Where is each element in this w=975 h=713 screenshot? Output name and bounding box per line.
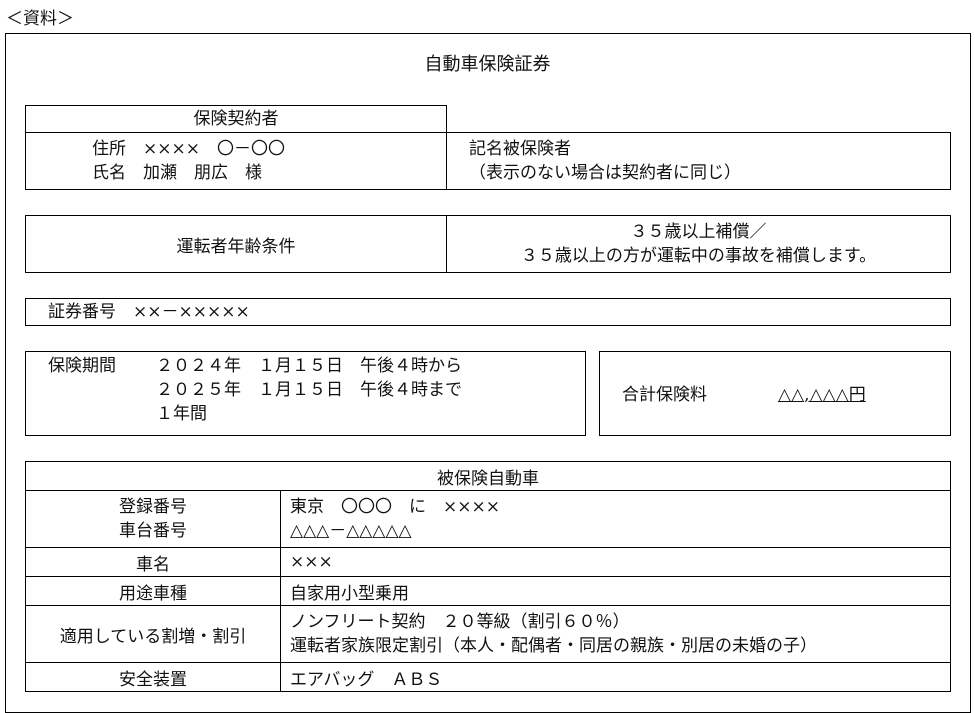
usage-type-value: 自家用小型乗用 — [280, 576, 951, 606]
total-premium-label: 合計保険料 — [622, 385, 707, 405]
vehicle-name-value: ××× — [280, 547, 951, 577]
usage-type-label: 用途車種 — [25, 576, 281, 606]
registration-number-label: 登録番号 — [119, 497, 187, 517]
vehicle-id-values: 東京 〇〇〇 に ×××× △△△－△△△△△ — [280, 490, 951, 548]
driver-age-label: 運転者年齢条件 — [176, 236, 296, 257]
total-premium-amount: △△,△△△円 — [778, 385, 866, 405]
discount-values: ノンフリート契約 ２０等級（割引６０％） 運転者家族限定割引（本人・配偶者・同居… — [280, 605, 951, 663]
registration-number-value: 東京 〇〇〇 に ×××× — [290, 497, 500, 517]
policyholder-header: 保険契約者 — [25, 105, 447, 133]
insurance-period-label: 保険期間 — [48, 356, 116, 376]
discount-line-1: ノンフリート契約 ２０等級（割引６０％） — [290, 612, 630, 632]
insurance-period-from: ２０２４年 １月１５日 午後４時から — [156, 356, 462, 376]
insured-vehicle-table: 被保険自動車 登録番号 車台番号 東京 〇〇〇 に ×××× △△△－△△△△△… — [25, 461, 951, 692]
named-insured-box: 記名被保険者 （表示のない場合は契約者に同じ） — [446, 132, 951, 190]
chassis-number-value: △△△－△△△△△ — [290, 521, 412, 541]
certificate-number-box: 証券番号 ××－××××× — [25, 298, 951, 326]
certificate-number: 証券番号 ××－××××× — [48, 302, 250, 322]
driver-age-label-box: 運転者年齢条件 — [25, 215, 447, 273]
total-premium-box: 合計保険料 △△,△△△円 — [599, 351, 951, 436]
policy-title: 自動車保険証券 — [424, 54, 551, 75]
policyholder-box: 住所 ×××× 〇－〇〇 氏名 加瀬 朋広 様 — [25, 132, 447, 190]
named-insured-label: 記名被保険者 — [469, 139, 571, 159]
discount-line-2: 運転者家族限定割引（本人・配偶者・同居の親族・別居の未婚の子） — [290, 636, 817, 656]
document-caption: ＜資料＞ — [6, 9, 74, 29]
discount-label: 適用している割増・割引 — [25, 605, 281, 663]
policyholder-header-text: 保険契約者 — [193, 109, 279, 129]
named-insured-note: （表示のない場合は契約者に同じ） — [469, 163, 741, 183]
chassis-number-label: 車台番号 — [119, 521, 187, 541]
insurance-period-box: 保険期間 ２０２４年 １月１５日 午後４時から ２０２５年 １月１５日 午後４時… — [25, 351, 586, 436]
vehicle-name-label: 車名 — [25, 547, 281, 577]
driver-age-value-line2: ３５歳以上の方が運転中の事故を補償します。 — [520, 246, 877, 266]
driver-age-value-box: ３５歳以上補償／ ３５歳以上の方が運転中の事故を補償します。 — [446, 215, 951, 273]
policyholder-name: 氏名 加瀬 朋広 様 — [92, 163, 262, 183]
policyholder-address: 住所 ×××× 〇－〇〇 — [92, 139, 285, 159]
safety-device-value: エアバッグ ＡＢＳ — [280, 662, 951, 692]
driver-age-value-line1: ３５歳以上補償／ — [630, 222, 767, 242]
insurance-period-duration: １年間 — [156, 404, 207, 424]
vehicle-header: 被保険自動車 — [25, 461, 951, 491]
safety-device-label: 安全装置 — [25, 662, 281, 692]
insurance-period-to: ２０２５年 １月１５日 午後４時まで — [156, 380, 462, 400]
vehicle-id-labels: 登録番号 車台番号 — [25, 490, 281, 548]
